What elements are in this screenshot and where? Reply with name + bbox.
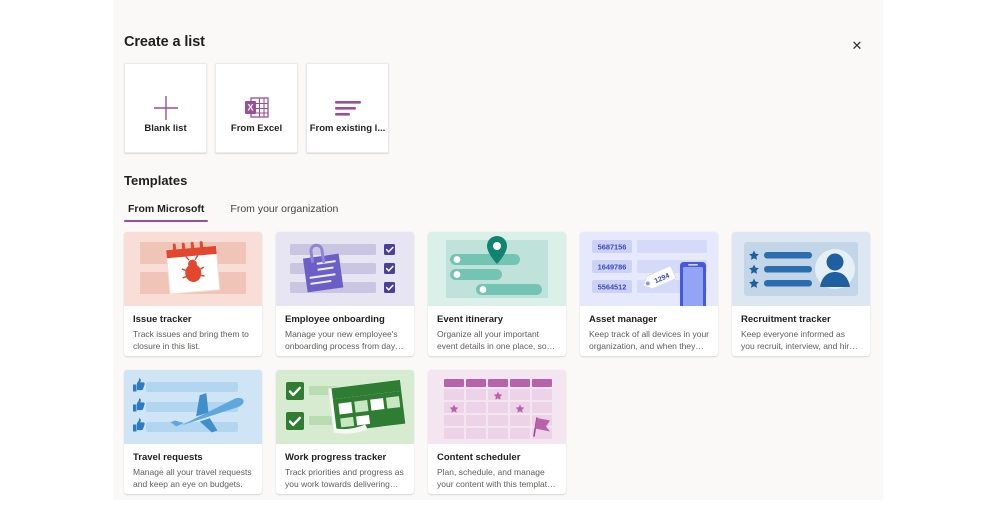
template-card-event-itinerary[interactable]: Event itinerary Organize all your import… bbox=[428, 232, 566, 356]
template-card-content-scheduler[interactable]: Content scheduler Plan, schedule, and ma… bbox=[428, 370, 566, 494]
template-text: Event itinerary Organize all your import… bbox=[428, 306, 566, 352]
create-option-from-existing-list[interactable]: From existing l... bbox=[306, 63, 389, 153]
template-name: Content scheduler bbox=[437, 452, 521, 463]
template-name: Work progress tracker bbox=[285, 452, 387, 463]
event-itinerary-art bbox=[428, 232, 566, 306]
template-description: Plan, schedule, and manage your content … bbox=[437, 467, 555, 489]
create-option-blank-list[interactable]: Blank list bbox=[124, 63, 207, 153]
template-card-recruitment-tracker[interactable]: Recruitment tracker Keep everyone inform… bbox=[732, 232, 870, 356]
excel-icon: X bbox=[243, 88, 271, 128]
create-option-label: Blank list bbox=[144, 123, 187, 134]
template-description: Track priorities and progress as you wor… bbox=[285, 467, 404, 489]
travel-requests-art bbox=[124, 370, 262, 444]
svg-text:X: X bbox=[247, 102, 253, 112]
template-name: Event itinerary bbox=[437, 314, 503, 325]
template-description: Manage all your travel requests and keep… bbox=[133, 467, 252, 489]
template-description: Keep everyone informed as you recruit, i… bbox=[741, 329, 854, 351]
template-name: Travel requests bbox=[133, 452, 203, 463]
work-progress-art bbox=[276, 370, 414, 444]
close-icon[interactable]: ✕ bbox=[841, 29, 873, 61]
template-text: Asset manager Keep track of all devices … bbox=[580, 306, 718, 352]
template-description: Organize all your important event detail… bbox=[437, 329, 547, 351]
create-options-row: Blank list X From Excel From existing l.… bbox=[124, 63, 389, 153]
asset-id-2: 1649786 bbox=[598, 263, 627, 272]
existing-list-icon bbox=[332, 88, 364, 128]
page-title: Create a list bbox=[124, 34, 205, 50]
template-text: Issue tracker Track issues and bring the… bbox=[124, 306, 262, 352]
recruitment-tracker-art bbox=[732, 232, 870, 306]
template-text: Content scheduler Plan, schedule, and ma… bbox=[428, 444, 566, 490]
templates-tabs: From Microsoft From your organization bbox=[124, 203, 342, 222]
asset-id-3: 5564512 bbox=[598, 283, 627, 292]
template-text: Recruitment tracker Keep everyone inform… bbox=[732, 306, 870, 352]
template-description: Track issues and bring them to closure i… bbox=[133, 329, 249, 351]
template-text: Travel requests Manage all your travel r… bbox=[124, 444, 262, 490]
create-list-dialog: Create a list ✕ Blank list X From Excel … bbox=[113, 0, 883, 500]
template-description: Manage your new employee's onboarding pr… bbox=[285, 329, 398, 351]
content-scheduler-art bbox=[428, 370, 566, 444]
employee-onboarding-art bbox=[276, 232, 414, 306]
template-card-work-progress-tracker[interactable]: Work progress tracker Track priorities a… bbox=[276, 370, 414, 494]
template-card-asset-manager[interactable]: 5687156 1649786 5564512 1294 Asset manag… bbox=[580, 232, 718, 356]
tab-from-microsoft[interactable]: From Microsoft bbox=[124, 203, 209, 222]
issue-tracker-art bbox=[124, 232, 262, 306]
asset-manager-art: 5687156 1649786 5564512 1294 bbox=[580, 232, 718, 306]
plus-icon bbox=[151, 88, 181, 128]
template-text: Work progress tracker Track priorities a… bbox=[276, 444, 414, 490]
create-option-label: From Excel bbox=[230, 123, 283, 134]
template-text: Employee onboarding Manage your new empl… bbox=[276, 306, 414, 352]
templates-grid: Issue tracker Track issues and bring the… bbox=[124, 232, 876, 494]
create-option-label: From existing l... bbox=[309, 123, 386, 134]
tab-from-your-organization[interactable]: From your organization bbox=[226, 203, 342, 222]
template-name: Issue tracker bbox=[133, 314, 192, 325]
templates-heading: Templates bbox=[124, 173, 188, 188]
template-description: Keep track of all devices in your organi… bbox=[589, 329, 709, 351]
template-name: Recruitment tracker bbox=[741, 314, 831, 325]
template-name: Employee onboarding bbox=[285, 314, 385, 325]
template-card-travel-requests[interactable]: Travel requests Manage all your travel r… bbox=[124, 370, 262, 494]
template-card-issue-tracker[interactable]: Issue tracker Track issues and bring the… bbox=[124, 232, 262, 356]
template-name: Asset manager bbox=[589, 314, 658, 325]
asset-id-1: 5687156 bbox=[598, 243, 627, 252]
create-option-from-excel[interactable]: X From Excel bbox=[215, 63, 298, 153]
template-card-employee-onboarding[interactable]: Employee onboarding Manage your new empl… bbox=[276, 232, 414, 356]
